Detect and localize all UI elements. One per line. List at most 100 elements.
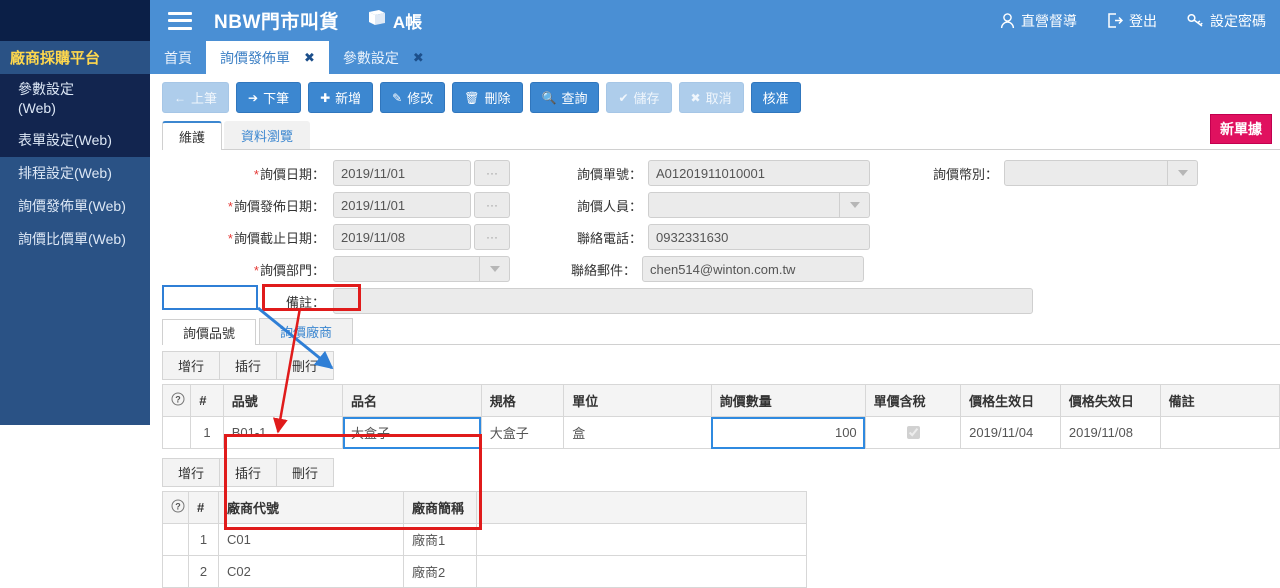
cancel-button[interactable]: ✖ 取消 [678, 82, 744, 113]
cell-vendor-code[interactable]: C01 [218, 523, 404, 556]
tab-inquiry-release[interactable]: 詢價發佈單 ✖ [206, 41, 329, 74]
vendor-add-row-button[interactable]: 增行 [162, 458, 221, 487]
deadline-date-label: *詢價截止日期： [227, 230, 325, 246]
row-selector-cell[interactable] [161, 416, 192, 449]
sidebar-item-label: 參數設定 (Web) [18, 81, 74, 116]
price-incl-tax-checkbox[interactable] [906, 426, 920, 439]
memo-input[interactable] [333, 288, 1033, 314]
memo-label: 備註： [285, 294, 325, 310]
cell-vendor-filler[interactable] [476, 555, 807, 588]
tab-label: 詢價發佈單 [220, 49, 290, 66]
delete-button[interactable]: 🗑 刪除 [452, 82, 523, 113]
col-item-name: 品名 [342, 384, 482, 417]
cell-price-incl-tax[interactable] [864, 416, 962, 449]
col-spec: 規格 [480, 384, 565, 417]
col-price-incl-tax: 單價含稅 [864, 384, 962, 417]
browser-tab-strip: 首頁 詢價發佈單 ✖ 參數設定 ✖ [150, 41, 1280, 74]
publish-date-input[interactable]: 2019/11/01 [333, 192, 471, 218]
row-selector-cell[interactable] [162, 555, 189, 588]
cell-vendor-filler[interactable] [476, 523, 807, 556]
cell-vendor-short-name[interactable]: 廠商2 [403, 555, 477, 588]
change-password-button[interactable]: 設定密碼 [1187, 11, 1266, 31]
inquiry-no-label: 詢價單號： [576, 166, 642, 182]
chevron-down-icon[interactable] [1168, 160, 1198, 186]
sidebar-item-inquiry-release[interactable]: 詢價發佈單(Web) [0, 190, 150, 223]
cell-item-no[interactable]: B01-1 [222, 416, 344, 449]
col-unit: 單位 [563, 384, 712, 417]
row-selector-cell[interactable] [162, 523, 189, 556]
cell-vendor-short-name[interactable]: 廠商1 [403, 523, 477, 556]
subtab-inquiry-item[interactable]: 詢價品號 [162, 319, 257, 345]
cell-price-start-date[interactable]: 2019/11/04 [960, 416, 1061, 449]
row-number: 1 [190, 416, 224, 449]
query-button[interactable]: 🔍 查詢 [529, 82, 600, 113]
edit-label: 修改 [407, 91, 434, 106]
item-insert-row-button[interactable]: 插行 [219, 351, 278, 380]
cell-item-name[interactable]: 大盒子 [342, 416, 482, 449]
tab-data-browse[interactable]: 資料瀏覽 [224, 121, 311, 149]
close-icon[interactable]: ✖ [413, 50, 424, 66]
contact-mail-input[interactable]: chen514@winton.com.tw [642, 256, 864, 282]
item-grid: ? # 品號 品名 規格 單位 詢價數量 單價含稅 價格生效日 價格失效日 備註… [161, 384, 1280, 449]
deadline-date-picker-button[interactable]: ··· [474, 224, 510, 250]
account-book-tag[interactable]: A帳 [367, 8, 422, 33]
vendor-delete-row-button[interactable]: 刪行 [276, 458, 335, 487]
chevron-down-icon[interactable] [840, 192, 870, 218]
close-icon[interactable]: ✖ [304, 50, 315, 66]
table-row[interactable]: 1 B01-1 大盒子 大盒子 盒 100 2019/11/04 2019/11… [161, 416, 1280, 449]
cell-price-end-date[interactable]: 2019/11/08 [1059, 416, 1161, 449]
inquiry-date-picker-button[interactable]: ··· [474, 160, 510, 186]
col-vendor-code: 廠商代號 [218, 491, 404, 524]
inquiry-form: *詢價日期： 2019/11/01 ··· 詢價單號： A01201911010… [150, 150, 1280, 314]
question-circle-icon[interactable]: ? [161, 384, 192, 417]
item-delete-row-button[interactable]: 刪行 [276, 351, 335, 380]
deadline-date-input[interactable]: 2019/11/08 [333, 224, 471, 250]
col-price-end-date: 價格失效日 [1059, 384, 1161, 417]
cell-spec[interactable]: 大盒子 [480, 416, 565, 449]
cross-icon: ✖ [690, 90, 701, 105]
currency-select[interactable] [1004, 160, 1198, 186]
cell-quantity[interactable]: 100 [710, 416, 866, 449]
inquiry-dept-select[interactable] [333, 256, 510, 282]
add-button[interactable]: ✚ 新增 [308, 82, 374, 113]
inquiry-date-input[interactable]: 2019/11/01 [333, 160, 471, 186]
account-book-label: A帳 [392, 13, 423, 32]
sidebar-item-form-setting[interactable]: 表單設定(Web) [0, 124, 150, 157]
table-row[interactable]: 1 C01 廠商1 [162, 523, 807, 556]
required-mark: * [227, 198, 233, 214]
edit-button[interactable]: ✎ 修改 [380, 82, 446, 113]
cell-vendor-code[interactable]: C02 [218, 555, 404, 588]
logout-button[interactable]: 登出 [1107, 11, 1157, 31]
publish-date-picker-button[interactable]: ··· [474, 192, 510, 218]
contact-phone-input[interactable]: 0932331630 [648, 224, 870, 250]
hamburger-icon[interactable] [168, 11, 192, 30]
sidebar-item-label: 排程設定(Web) [18, 165, 112, 181]
tab-home[interactable]: 首頁 [150, 41, 206, 74]
save-label: 儲存 [633, 91, 660, 106]
inquiry-person-select[interactable] [648, 192, 870, 218]
prev-record-button[interactable]: ← 上筆 [162, 82, 230, 113]
col-vendor-filler [476, 491, 807, 524]
sidebar-item-param-setting[interactable]: 參數設定 (Web) [0, 74, 150, 124]
chevron-down-icon[interactable] [480, 256, 510, 282]
add-label: 新增 [335, 91, 362, 106]
required-mark: * [253, 166, 259, 182]
cell-remark[interactable] [1159, 416, 1280, 449]
vendor-insert-row-button[interactable]: 插行 [219, 458, 278, 487]
approve-button[interactable]: 核准 [750, 82, 801, 113]
cell-unit[interactable]: 盒 [563, 416, 712, 449]
question-circle-icon[interactable]: ? [162, 491, 189, 524]
table-row[interactable]: 2 C02 廠商2 [162, 555, 807, 588]
next-record-button[interactable]: ➔ 下筆 [236, 82, 302, 113]
search-icon: 🔍 [541, 90, 557, 105]
user-supervisor-button[interactable]: 直營督導 [1000, 11, 1077, 31]
inquiry-no-input[interactable]: A01201911010001 [648, 160, 870, 186]
sidebar-item-schedule-setting[interactable]: 排程設定(Web) [0, 157, 150, 190]
tab-maintain[interactable]: 維護 [162, 121, 223, 150]
save-button[interactable]: ✔ 儲存 [606, 82, 672, 113]
tab-param-setting[interactable]: 參數設定 ✖ [329, 41, 438, 74]
tab-label: 首頁 [164, 49, 192, 66]
item-add-row-button[interactable]: 增行 [162, 351, 221, 380]
subtab-inquiry-vendor[interactable]: 詢價廠商 [259, 318, 354, 344]
sidebar-item-inquiry-compare[interactable]: 詢價比價單(Web) [0, 223, 150, 256]
